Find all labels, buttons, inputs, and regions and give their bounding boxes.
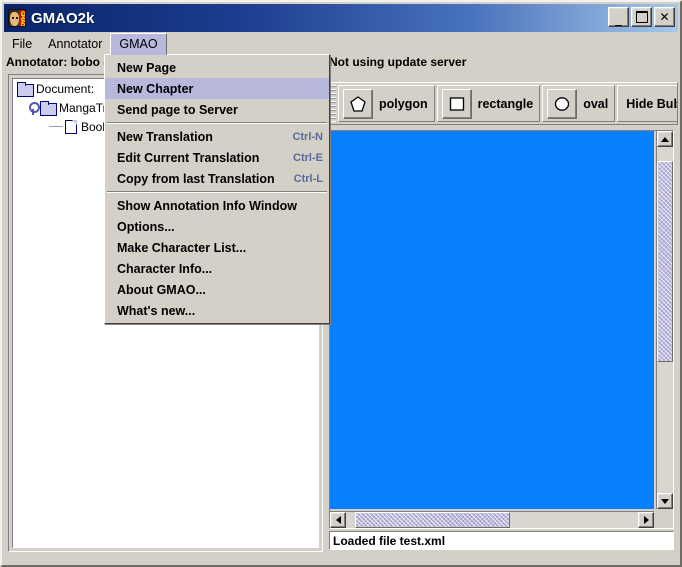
rectangle-tool-button[interactable]: rectangle <box>436 85 541 122</box>
menu-item-copy-from-last-translation[interactable]: Copy from last Translation Ctrl-L <box>105 168 329 189</box>
maximize-icon <box>632 8 651 26</box>
tree-item-label: MangaTr <box>59 100 107 115</box>
menu-item-whats-new[interactable]: What's new... <box>105 300 329 321</box>
menu-item-options[interactable]: Options... <box>105 216 329 237</box>
vertical-scroll-thumb[interactable] <box>657 160 673 362</box>
menu-item-label: Character Info... <box>117 261 213 276</box>
gmao-dropdown-menu: New Page New Chapter Send page to Server… <box>104 54 330 324</box>
menu-file-label: File <box>12 36 33 51</box>
update-server-label: Not using update server <box>329 55 467 69</box>
canvas-scroll-pane <box>329 130 674 529</box>
menu-item-label: Make Character List... <box>117 240 247 255</box>
hide-bubble-label: Hide Bubl <box>626 96 677 111</box>
menu-item-label: Copy from last Translation <box>117 171 275 186</box>
menu-item-send-page-to-server[interactable]: Send page to Server <box>105 99 329 120</box>
minimize-button[interactable]: _ <box>608 7 629 27</box>
menu-item-edit-current-translation[interactable]: Edit Current Translation Ctrl-E <box>105 147 329 168</box>
menu-item-label: What's new... <box>117 303 196 318</box>
editor-panel: polygon rectangle oval Hide Bu Loaded fi… <box>327 74 678 552</box>
application-window: GMAO GMAO2k _ ✕ File Annotator GMAO Anno… <box>0 0 682 567</box>
menu-item-label: New Translation <box>117 129 213 144</box>
maximize-button[interactable] <box>631 7 652 27</box>
menu-item-label: Send page to Server <box>117 102 238 117</box>
scroll-right-button[interactable] <box>638 512 654 528</box>
chevron-up-icon <box>661 136 669 142</box>
chevron-down-icon <box>661 498 669 504</box>
toolbar-drag-handle[interactable] <box>329 85 336 122</box>
horizontal-scrollbar[interactable] <box>330 511 654 528</box>
polygon-tool-label: polygon <box>379 96 428 111</box>
gmao-app-icon: GMAO <box>8 9 26 27</box>
scroll-left-button[interactable] <box>330 512 346 528</box>
menu-item-show-annotation-info-window[interactable]: Show Annotation Info Window <box>105 195 329 216</box>
status-bar: Loaded file test.xml <box>329 531 674 550</box>
menu-annotator[interactable]: Annotator <box>40 33 110 54</box>
image-canvas[interactable] <box>330 131 654 509</box>
menu-item-shortcut: Ctrl-E <box>293 151 323 164</box>
menu-item-label: Options... <box>117 219 175 234</box>
menu-item-label: Show Annotation Info Window <box>117 198 297 213</box>
icon-face <box>10 12 19 26</box>
menu-item-label: Edit Current Translation <box>117 150 260 165</box>
menu-annotator-label: Annotator <box>48 36 103 51</box>
tree-connector-line <box>49 126 63 127</box>
oval-icon <box>547 88 578 119</box>
horizontal-scroll-track[interactable] <box>346 512 638 528</box>
hide-bubble-button[interactable]: Hide Bubl <box>617 85 677 122</box>
polygon-icon <box>343 88 373 119</box>
icon-eye-right <box>16 17 18 19</box>
close-icon: ✕ <box>659 10 670 24</box>
status-text: Loaded file test.xml <box>333 533 446 548</box>
expand-handle-icon[interactable] <box>27 101 40 115</box>
rectangle-icon <box>441 88 472 119</box>
vertical-scrollbar[interactable] <box>656 131 673 509</box>
window-title: GMAO2k <box>31 9 95 27</box>
menu-gmao[interactable]: GMAO <box>110 33 167 55</box>
menu-item-shortcut: Ctrl-L <box>293 172 323 185</box>
close-button[interactable]: ✕ <box>654 7 675 27</box>
menu-separator <box>107 191 327 193</box>
scroll-down-button[interactable] <box>657 493 673 509</box>
window-controls: _ ✕ <box>608 7 675 27</box>
menu-item-shortcut: Ctrl-N <box>292 130 323 143</box>
icon-eye-left <box>12 17 14 19</box>
folder-icon <box>17 82 34 97</box>
scroll-up-button[interactable] <box>657 131 673 147</box>
menu-item-new-page[interactable]: New Page <box>105 57 329 78</box>
tree-item-label: Document: <box>36 81 95 96</box>
menu-item-label: New Chapter <box>117 81 194 96</box>
chevron-right-icon <box>643 516 649 524</box>
oval-tool-label: oval <box>583 96 609 111</box>
folder-icon <box>40 101 57 116</box>
rectangle-tool-label: rectangle <box>477 96 534 111</box>
menu-item-label: About GMAO... <box>117 282 206 297</box>
menu-bar: File Annotator GMAO <box>4 33 678 55</box>
chevron-left-icon <box>335 516 341 524</box>
vertical-scroll-track[interactable] <box>657 147 673 493</box>
title-bar: GMAO GMAO2k _ ✕ <box>4 4 678 32</box>
menu-item-new-translation[interactable]: New Translation Ctrl-N <box>105 126 329 147</box>
menu-item-new-chapter[interactable]: New Chapter <box>105 78 329 99</box>
menu-gmao-label: GMAO <box>119 37 158 51</box>
shape-toolbar: polygon rectangle oval Hide Bu <box>327 82 678 125</box>
menu-item-label: New Page <box>117 60 177 75</box>
oval-tool-button[interactable]: oval <box>542 85 616 122</box>
minimize-icon: _ <box>615 12 622 27</box>
menu-separator <box>107 122 327 124</box>
menu-file[interactable]: File <box>4 33 40 54</box>
polygon-tool-button[interactable]: polygon <box>338 85 435 122</box>
menu-item-character-info[interactable]: Character Info... <box>105 258 329 279</box>
icon-gmao-text: GMAO <box>19 10 25 27</box>
page-icon <box>65 119 77 134</box>
menu-item-about-gmao[interactable]: About GMAO... <box>105 279 329 300</box>
menu-item-make-character-list[interactable]: Make Character List... <box>105 237 329 258</box>
horizontal-scroll-thumb[interactable] <box>354 512 510 528</box>
